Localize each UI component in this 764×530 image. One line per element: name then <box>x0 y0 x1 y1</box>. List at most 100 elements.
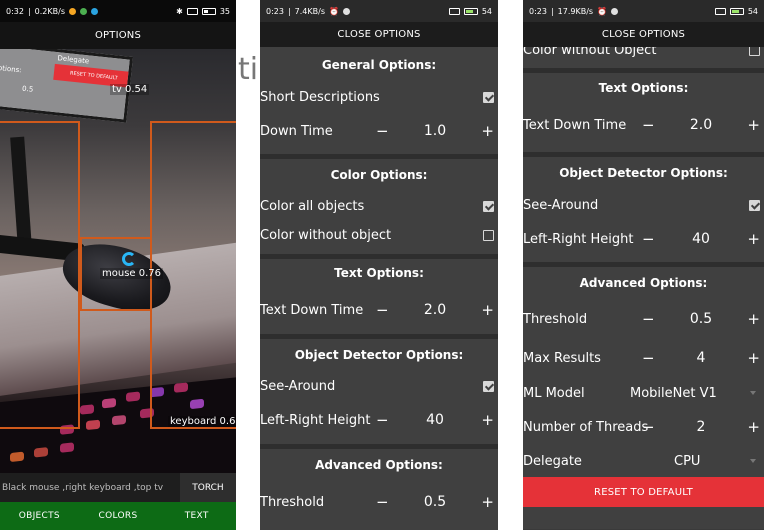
battery-icon <box>463 7 478 15</box>
max-results-value: 4 <box>696 350 706 366</box>
minus-button[interactable]: − <box>376 493 389 511</box>
text-down-time-stepper: − 2.0 + <box>376 301 494 319</box>
monitor-text: 0.5 <box>21 84 34 94</box>
lr-height-value: 40 <box>426 412 444 428</box>
text-down-time-label: Text Down Time <box>260 302 364 318</box>
alarm-icon: ⏰ <box>329 6 339 16</box>
plus-button[interactable]: + <box>481 493 494 511</box>
signal-icon <box>186 7 198 15</box>
see-around-label: See-Around <box>260 378 336 394</box>
battery-icon <box>729 7 744 15</box>
status-bar: 0:32 | 0.2KB/s ✱ 35 <box>0 0 236 22</box>
advanced-options-card: Advanced Options: Threshold − 0.5 + <box>260 449 498 530</box>
color-without-checkbox[interactable] <box>483 229 494 241</box>
advanced-options-card: Advanced Options: Threshold − 0.5 + Max … <box>523 267 764 529</box>
plus-button[interactable]: + <box>747 418 760 436</box>
status-speed: 17.9KB/s <box>557 6 594 16</box>
close-options-button[interactable]: CLOSE OPTIONS <box>523 22 764 47</box>
section-title: Text Options: <box>598 81 689 95</box>
minus-button[interactable]: − <box>376 122 389 140</box>
plus-button[interactable]: + <box>481 122 494 140</box>
notification-icon <box>342 7 350 15</box>
close-options-button[interactable]: CLOSE OPTIONS <box>260 22 498 47</box>
section-title: Advanced Options: <box>579 276 708 290</box>
minus-button[interactable]: − <box>642 418 655 436</box>
delegate-label: Delegate <box>523 453 582 469</box>
text-down-time-value: 2.0 <box>423 302 447 318</box>
telegram-icon <box>91 7 98 15</box>
minus-button[interactable]: − <box>376 411 389 429</box>
see-around-checkbox[interactable] <box>749 199 760 211</box>
notification-icon <box>69 7 76 15</box>
short-descriptions-checkbox[interactable] <box>483 91 494 103</box>
battery-icon <box>201 7 216 15</box>
color-without-checkbox[interactable] <box>749 47 760 56</box>
minus-button[interactable]: − <box>642 349 655 367</box>
dropdown-caret-icon <box>750 391 756 395</box>
ml-model-label: ML Model <box>523 385 585 401</box>
options-toggle-button[interactable]: OPTIONS <box>0 22 236 49</box>
tab-colors[interactable]: COLORS <box>79 502 158 530</box>
reset-to-default-button[interactable]: RESET TO DEFAULT <box>523 477 764 507</box>
minus-button[interactable]: − <box>642 230 655 248</box>
minus-button[interactable]: − <box>642 310 655 328</box>
color-all-checkbox[interactable] <box>483 200 494 212</box>
threshold-stepper: − 0.5 + <box>642 310 760 328</box>
plus-button[interactable]: + <box>481 301 494 319</box>
threads-label: Number of Threads <box>523 419 649 435</box>
threshold-label: Threshold <box>523 311 588 327</box>
camera-screen: 0:32 | 0.2KB/s ✱ 35 OPTIONS l Options: D… <box>0 0 236 530</box>
detection-box-tv <box>0 121 80 429</box>
see-around-checkbox[interactable] <box>483 380 494 392</box>
options-screen-top: 0:23 | 7.4KB/s ⏰ 54 CLOSE OPTIONS Genera… <box>260 0 498 530</box>
ml-model-value: MobileNet V1 <box>630 385 717 401</box>
plus-button[interactable]: + <box>747 310 760 328</box>
monitor-text: l Options: <box>0 63 22 75</box>
status-bar: 0:23 | 17.9KB/s ⏰ 54 <box>523 0 764 22</box>
plus-button[interactable]: + <box>747 230 760 248</box>
object-detector-card: Object Detector Options: See-Around Left… <box>260 339 498 449</box>
dropdown-caret-icon <box>750 459 756 463</box>
status-bar: 0:23 | 7.4KB/s ⏰ 54 <box>260 0 498 22</box>
minus-button[interactable]: − <box>642 116 655 134</box>
threshold-label: Threshold <box>260 494 325 510</box>
plus-button[interactable]: + <box>747 349 760 367</box>
text-down-time-value: 2.0 <box>689 117 713 133</box>
lr-height-label: Left-Right Height <box>523 231 634 247</box>
plus-button[interactable]: + <box>747 116 760 134</box>
delegate-select[interactable]: CPU <box>624 454 760 469</box>
color-options-card: Color Options: Color all objects Color w… <box>260 159 498 259</box>
down-time-stepper: − 1.0 + <box>376 122 494 140</box>
section-title: Object Detector Options: <box>294 348 464 362</box>
detection-result-text: Black mouse ,right keyboard ,top tv <box>2 482 164 493</box>
tab-text[interactable]: TEXT <box>157 502 236 530</box>
status-time: 0:23 <box>266 6 284 16</box>
ml-model-select[interactable]: MobileNet V1 <box>624 386 760 401</box>
alarm-icon: ⏰ <box>597 6 608 16</box>
section-title: Text Options: <box>334 266 424 280</box>
lr-height-label: Left-Right Height <box>260 412 371 428</box>
status-time: 0:23 <box>529 6 547 16</box>
threshold-value: 0.5 <box>689 311 713 327</box>
section-title: Object Detector Options: <box>559 166 728 180</box>
color-all-label: Color all objects <box>260 198 365 214</box>
threshold-stepper: − 0.5 + <box>376 493 494 511</box>
mode-tabs: OBJECTS COLORS TEXT <box>0 502 236 530</box>
camera-preview[interactable]: l Options: Delegate 0.5 RESET TO DEFAULT <box>0 49 236 473</box>
background-text: ti <box>238 52 259 87</box>
minus-button[interactable]: − <box>376 301 389 319</box>
battery-level: 54 <box>481 6 492 16</box>
text-down-time-stepper: − 2.0 + <box>642 116 760 134</box>
status-time: 0:32 <box>6 6 24 16</box>
whatsapp-icon <box>80 7 87 15</box>
plus-button[interactable]: + <box>481 411 494 429</box>
detection-label: tv 0.54 <box>110 84 150 95</box>
color-without-label: Color without object <box>260 227 392 243</box>
threads-stepper: − 2 + <box>642 418 760 436</box>
section-title: Color Options: <box>330 168 428 182</box>
threshold-value: 0.5 <box>423 494 447 510</box>
tab-objects[interactable]: OBJECTS <box>0 502 79 530</box>
down-time-label: Down Time <box>260 123 333 139</box>
torch-button[interactable]: TORCH <box>180 473 236 502</box>
detection-label: keyboard 0.66 <box>168 416 236 427</box>
